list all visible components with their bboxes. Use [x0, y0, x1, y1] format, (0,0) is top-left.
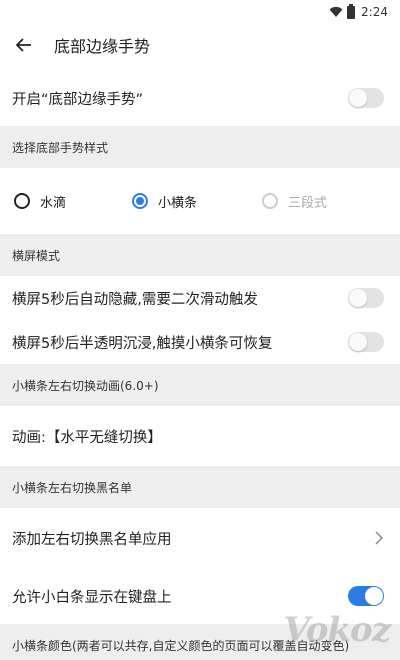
radio-label-three-segment: 三段式: [288, 195, 328, 211]
landscape-hide-toggle[interactable]: [348, 288, 384, 308]
radio-label-waterdrop: 水滴: [40, 195, 67, 211]
page-title: 底部边缘手势: [54, 37, 151, 56]
radio-option-bar[interactable]: 小横条: [132, 192, 262, 211]
enable-gesture-label: 开启“底部边缘手势”: [12, 91, 144, 108]
status-time: 2:24: [361, 5, 388, 19]
watermark-logo: Vokoz: [283, 610, 391, 650]
section-gesture-style: 选择底部手势样式: [0, 126, 400, 168]
landscape-hide-label: 横屏5秒后自动隐藏,需要二次滑动触发: [12, 291, 258, 308]
section-landscape: 横屏模式: [0, 234, 400, 276]
add-blacklist-row[interactable]: 添加左右切换黑名单应用: [0, 508, 400, 568]
gesture-style-radio-group: 水滴 小横条 三段式: [0, 168, 400, 234]
radio-button-waterdrop[interactable]: [14, 193, 30, 209]
animation-row[interactable]: 动画:【水平无缝切换】: [0, 406, 400, 466]
wifi-icon: [329, 6, 343, 17]
chevron-right-icon: [375, 531, 384, 545]
back-button[interactable]: [0, 24, 48, 66]
settings-list: 开启“底部边缘手势” 选择底部手势样式 水滴 小横条 三段式 横屏模式 横屏5秒…: [0, 70, 400, 660]
radio-option-waterdrop[interactable]: 水滴: [14, 192, 132, 211]
enable-gesture-row[interactable]: 开启“底部边缘手势”: [0, 70, 400, 126]
keyboard-show-toggle[interactable]: [348, 586, 384, 606]
landscape-translucent-label: 横屏5秒后半透明沉浸,触摸小横条可恢复: [12, 335, 273, 352]
section-blacklist: 小横条左右切换黑名单: [0, 466, 400, 508]
toggle-knob: [349, 89, 367, 107]
app-bar: 底部边缘手势: [0, 24, 400, 66]
landscape-hide-row[interactable]: 横屏5秒后自动隐藏,需要二次滑动触发: [0, 276, 400, 320]
arrow-back-icon: [16, 38, 31, 52]
section-switch-animation: 小横条左右切换动画(6.0+): [0, 364, 400, 406]
landscape-translucent-row[interactable]: 横屏5秒后半透明沉浸,触摸小横条可恢复: [0, 320, 400, 364]
landscape-translucent-toggle[interactable]: [348, 332, 384, 352]
radio-button-three-segment: [262, 193, 278, 209]
toggle-knob: [349, 333, 367, 351]
toggle-knob: [365, 587, 383, 605]
battery-icon: [347, 3, 356, 19]
animation-label: 动画:【水平无缝切换】: [12, 429, 162, 446]
status-bar: 2:24: [0, 0, 400, 24]
add-blacklist-label: 添加左右切换黑名单应用: [12, 531, 172, 548]
toggle-knob: [349, 289, 367, 307]
keyboard-show-label: 允许小白条显示在键盘上: [12, 589, 172, 606]
enable-gesture-toggle[interactable]: [348, 88, 384, 108]
radio-button-bar[interactable]: [132, 193, 148, 209]
radio-label-bar: 小横条: [158, 195, 198, 211]
radio-option-three-segment: 三段式: [262, 192, 327, 211]
